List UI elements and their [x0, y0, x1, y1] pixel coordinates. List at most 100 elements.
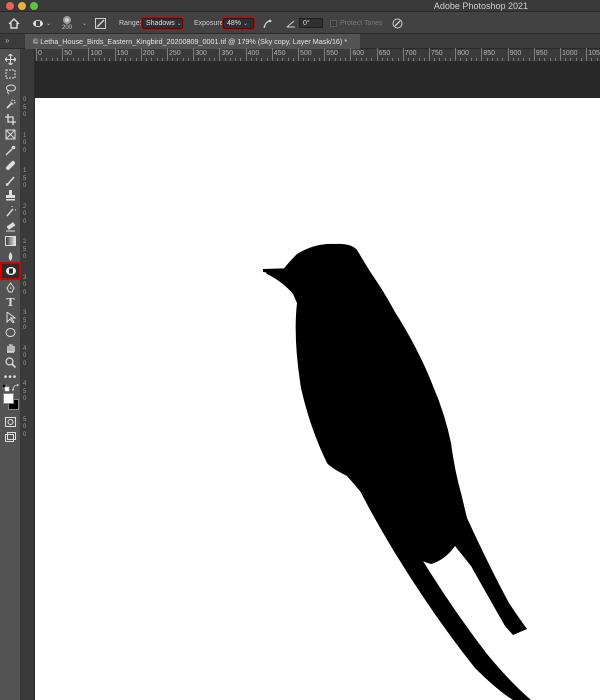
collapse-panels-icon[interactable]: » — [5, 36, 9, 45]
pressure-icon — [392, 18, 403, 28]
ruler-minor-tick — [146, 58, 148, 61]
ruler-minor-tick — [381, 58, 383, 61]
ruler-minor-tick — [172, 58, 174, 61]
horizontal-ruler[interactable]: 0 50 100 150 200 250 300 350 400 450 500 550 600 650 7… — [21, 48, 600, 62]
quick-mask-button[interactable] — [2, 415, 19, 429]
path-selection-tool[interactable] — [2, 310, 19, 324]
ruler-label: 2 — [23, 203, 27, 210]
marquee-tool[interactable] — [2, 67, 19, 81]
tool-preset-picker[interactable]: ⌄ — [32, 12, 51, 34]
eyedropper-tool[interactable] — [2, 143, 19, 157]
title-bar: Adobe Photoshop 2021 — [0, 0, 600, 12]
ruler-minor-tick — [256, 58, 258, 61]
angle-field[interactable]: 0° — [299, 18, 323, 28]
ellipse-tool[interactable] — [2, 325, 19, 339]
brush-tool[interactable] — [2, 173, 19, 187]
ruler-minor-tick — [413, 58, 415, 61]
ruler-label: 1 — [23, 168, 27, 174]
checkbox-box[interactable] — [330, 19, 337, 27]
ruler-label: 0 — [23, 254, 27, 260]
document-tab[interactable]: © Letha_House_Birds_Eastern_Kingbird_202… — [25, 34, 360, 49]
gradient-tool[interactable] — [2, 234, 19, 248]
zoom-tool[interactable] — [2, 355, 19, 369]
ruler-minor-tick — [539, 58, 541, 61]
lasso-tool[interactable] — [2, 82, 19, 96]
frame-tool[interactable] — [2, 127, 19, 141]
type-tool[interactable]: T — [2, 295, 19, 309]
ruler-major-tick — [376, 48, 378, 61]
ruler-label: 4 — [23, 381, 27, 387]
crop-tool[interactable] — [2, 112, 19, 126]
ruler-minor-tick — [371, 58, 373, 61]
ruler-minor-tick — [502, 58, 504, 61]
blur-tool[interactable] — [2, 249, 19, 263]
burn-tool[interactable] — [0, 262, 21, 280]
clone-stamp-tool[interactable] — [2, 188, 19, 202]
ruler-minor-tick — [208, 58, 210, 61]
foreground-color-swatch[interactable] — [3, 393, 14, 404]
chevron-down-icon: ⌄ — [243, 20, 249, 27]
hand-tool[interactable] — [2, 340, 19, 354]
vertical-ruler[interactable]: 050100150200250300350400450500 — [21, 49, 35, 700]
eraser-tool[interactable] — [2, 219, 19, 233]
ruler-label: 450 — [273, 50, 286, 57]
ruler-minor-tick — [77, 58, 79, 61]
ruler-minor-tick — [360, 58, 362, 61]
brush-settings-button[interactable] — [95, 12, 106, 34]
swap-colors-button[interactable] — [11, 383, 20, 392]
ruler-label: 250 — [169, 50, 181, 57]
ruler-minor-tick — [156, 58, 158, 61]
ruler-origin[interactable] — [21, 49, 35, 62]
screen-mode-button[interactable] — [2, 430, 19, 444]
history-brush-tool[interactable] — [2, 204, 19, 218]
ruler-label: 1000 — [562, 50, 578, 57]
move-tool[interactable] — [2, 52, 19, 66]
ruler-minor-tick — [282, 58, 284, 61]
angle-control[interactable]: 0° — [286, 12, 323, 34]
ruler-minor-tick — [303, 58, 305, 61]
ruler-minor-tick — [224, 58, 226, 61]
ruler-minor-tick — [235, 58, 237, 61]
ruler-major-tick — [533, 48, 535, 61]
ruler-label: 0 — [23, 218, 27, 225]
document-canvas[interactable] — [35, 98, 600, 700]
ruler-major-tick — [193, 48, 195, 61]
lasso-icon — [6, 84, 16, 94]
ruler-label: 200 — [142, 50, 155, 57]
ruler-minor-tick — [591, 58, 593, 61]
healing-brush-tool[interactable] — [2, 158, 19, 172]
quick-selection-icon — [6, 99, 16, 109]
ruler-label: 5 — [23, 317, 27, 324]
ruler-minor-tick — [387, 58, 389, 61]
ruler-minor-tick — [292, 58, 294, 61]
ruler-minor-tick — [308, 58, 310, 61]
more-tools[interactable]: ••• — [2, 370, 19, 384]
ruler-label: 0 — [23, 353, 27, 359]
pressure-size-button[interactable] — [392, 12, 403, 34]
ruler-minor-tick — [549, 58, 551, 61]
ruler-minor-tick — [366, 58, 368, 61]
quick-selection-tool[interactable] — [2, 97, 19, 111]
brush-picker-caret[interactable]: ⌄ — [80, 12, 87, 34]
home-button[interactable] — [8, 12, 20, 34]
ruler-minor-tick — [240, 58, 242, 61]
airbrush-icon — [263, 19, 272, 28]
ruler-label: 100 — [90, 50, 103, 57]
ruler-minor-tick — [580, 58, 582, 61]
ruler-label: 850 — [483, 50, 496, 57]
airbrush-button[interactable] — [262, 12, 273, 34]
chevron-down-icon: ⌄ — [82, 20, 88, 27]
range-select[interactable]: Shadows ⌄ — [141, 16, 184, 30]
magnifier-icon — [5, 356, 16, 368]
ruler-minor-tick — [476, 58, 478, 61]
exposure-field[interactable]: 48% ⌄ — [222, 16, 255, 30]
default-colors-button[interactable] — [1, 383, 10, 392]
ruler-label: 0 — [23, 424, 27, 430]
ruler-minor-tick — [339, 58, 341, 61]
ruler-minor-tick — [434, 58, 436, 61]
brush-picker[interactable]: 200 — [62, 12, 72, 34]
crop-icon — [5, 113, 16, 125]
pen-tool[interactable] — [2, 280, 19, 294]
protect-tones-checkbox[interactable]: Protect Tones — [330, 12, 383, 34]
ruler-label: 1 — [23, 132, 27, 139]
